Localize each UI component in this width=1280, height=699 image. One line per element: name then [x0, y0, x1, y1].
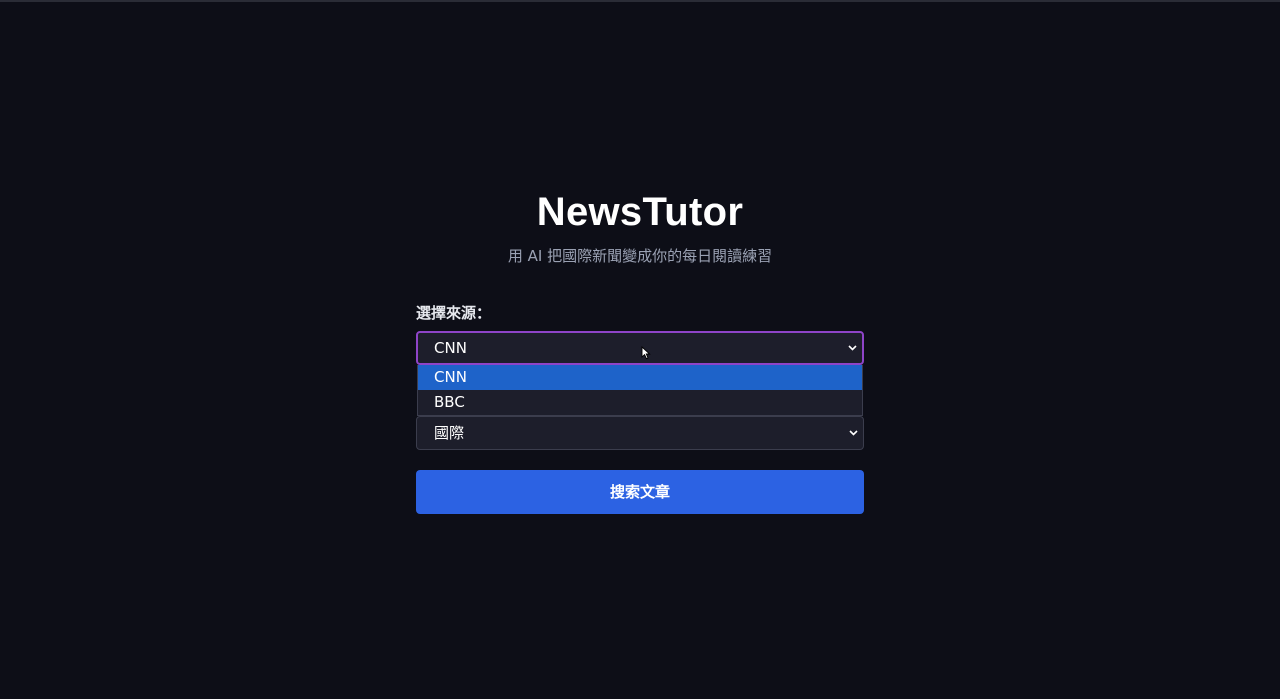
source-label: 選擇來源： [416, 304, 492, 322]
source-select-value: CNN [434, 339, 467, 357]
mouse-pointer-icon [641, 346, 651, 360]
source-option-bbc[interactable]: BBC [418, 390, 862, 415]
chevron-down-icon [848, 417, 858, 449]
source-dropdown-list: CNN BBC [417, 365, 863, 416]
category-select-value: 國際 [434, 424, 465, 442]
window-top-border [0, 0, 1280, 2]
category-select[interactable]: 國際 [416, 416, 864, 450]
app-subtitle: 用 AI 把國際新聞變成你的每日閱讀練習 [507, 247, 773, 265]
source-option-cnn[interactable]: CNN [418, 365, 862, 390]
chevron-down-icon [847, 333, 857, 363]
source-select[interactable]: CNN [416, 331, 864, 365]
app-title: NewsTutor [536, 190, 744, 234]
search-articles-button[interactable]: 搜索文章 [416, 470, 864, 514]
